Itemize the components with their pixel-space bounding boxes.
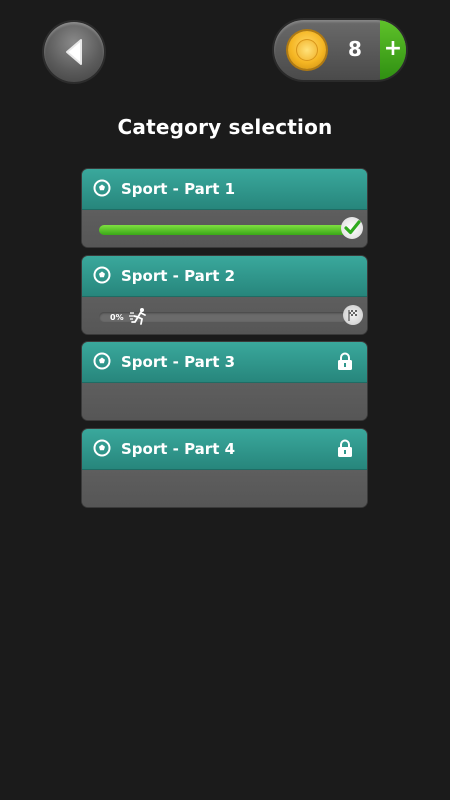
category-body xyxy=(82,383,367,420)
page-title: Category selection xyxy=(117,115,333,139)
category-progress-area xyxy=(82,210,367,247)
progress-fill xyxy=(99,225,347,235)
category-header: Sport - Part 2 xyxy=(82,256,367,297)
category-header: Sport - Part 4 xyxy=(82,429,367,470)
checkmark-icon xyxy=(341,217,363,239)
back-arrow-icon xyxy=(66,39,82,65)
category-card-4[interactable]: Sport - Part 4 xyxy=(82,429,367,507)
progress-percent: 0% xyxy=(110,313,124,322)
back-button[interactable] xyxy=(44,22,104,82)
runner-icon xyxy=(129,308,146,325)
category-label: Sport - Part 4 xyxy=(121,440,236,458)
lock-icon xyxy=(338,352,352,370)
coin-count: 8 xyxy=(348,37,362,61)
category-progress-area: 0% xyxy=(82,297,367,334)
soccer-ball-icon xyxy=(93,179,111,197)
category-header: Sport - Part 3 xyxy=(82,342,367,383)
category-label: Sport - Part 2 xyxy=(121,267,236,285)
finish-flag-icon xyxy=(343,305,363,325)
category-header: Sport - Part 1 xyxy=(82,169,367,210)
category-card-2[interactable]: Sport - Part 2 0% xyxy=(82,256,367,334)
category-card-1[interactable]: Sport - Part 1 xyxy=(82,169,367,247)
add-coins-button[interactable]: + xyxy=(380,20,406,80)
lock-icon xyxy=(338,439,352,457)
soccer-ball-icon xyxy=(93,439,111,457)
coin-icon xyxy=(288,31,326,69)
category-card-3[interactable]: Sport - Part 3 xyxy=(82,342,367,420)
progress-bar xyxy=(99,225,347,235)
category-label: Sport - Part 1 xyxy=(121,180,236,198)
soccer-ball-icon xyxy=(93,352,111,370)
category-body xyxy=(82,470,367,507)
coin-balance-panel: 8 + xyxy=(274,20,406,80)
soccer-ball-icon xyxy=(93,266,111,284)
category-label: Sport - Part 3 xyxy=(121,353,236,371)
